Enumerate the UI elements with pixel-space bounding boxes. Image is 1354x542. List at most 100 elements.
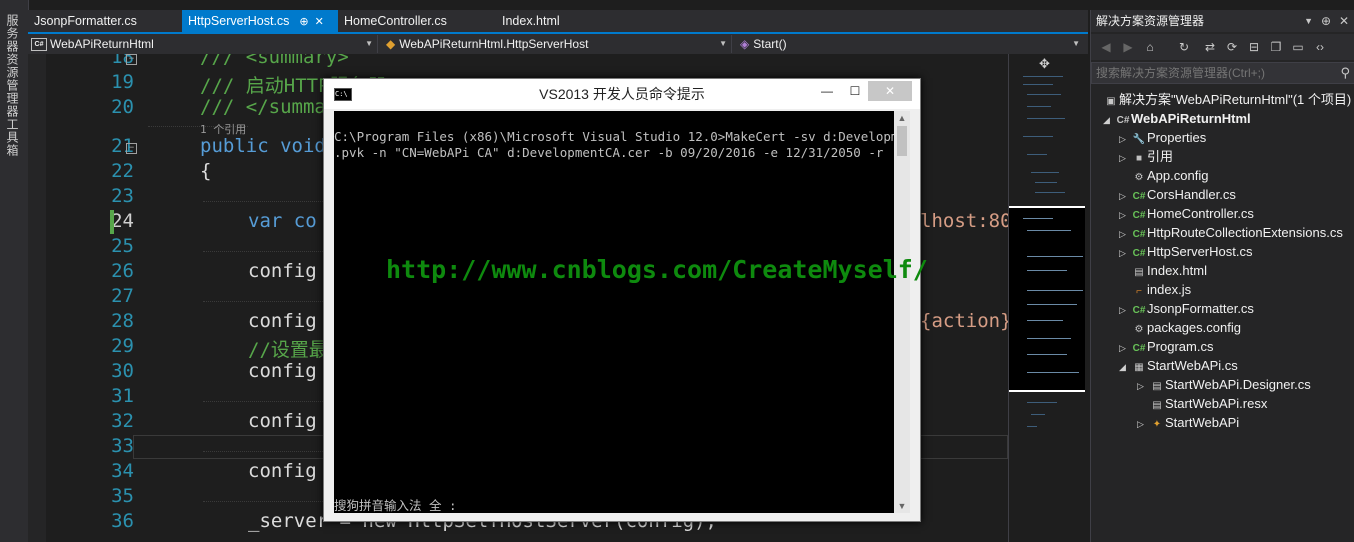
line-number: 21: [111, 135, 134, 157]
expanded-arrow-icon[interactable]: ◢: [1103, 111, 1115, 130]
collapsed-arrow-icon[interactable]: ▷: [1137, 415, 1149, 434]
forward-icon[interactable]: ▶: [1119, 38, 1137, 56]
line-number: 30: [111, 360, 134, 382]
console-title-bar[interactable]: C:\ VS2013 开发人员命令提示 — ☐ ✕: [324, 79, 920, 109]
tree-solution-node[interactable]: ▣ 解决方案"WebAPiReturnHtml"(1 个项目): [1103, 90, 1351, 109]
tree-item-jsonpformatter[interactable]: ▷ C# JsonpFormatter.cs: [1119, 299, 1254, 318]
tree-item-homecontroller[interactable]: ▷ C# HomeController.cs: [1119, 204, 1254, 223]
code-view-icon[interactable]: ‹›: [1311, 38, 1329, 56]
scroll-up-icon[interactable]: ▲: [894, 113, 910, 123]
line-number: 22: [111, 160, 134, 182]
show-all-files-icon[interactable]: ❐: [1267, 38, 1285, 56]
collapse-toggle[interactable]: −: [126, 143, 137, 154]
tree-item-packages-config[interactable]: ⚙ packages.config: [1119, 318, 1241, 337]
line-number: 24: [111, 210, 134, 232]
change-indicator: [110, 210, 114, 234]
minimize-button[interactable]: —: [812, 81, 842, 101]
console-line: C:\Program Files (x86)\Microsoft Visual …: [334, 129, 894, 144]
search-icon[interactable]: ⚲: [1340, 65, 1350, 81]
tab-httpserverhost[interactable]: HttpServerHost.cs ⊕ ✕: [182, 10, 338, 32]
minimap-line: [1027, 290, 1083, 291]
project-dropdown[interactable]: C# WebAPiReturnHtml ▼: [28, 35, 378, 53]
line-number: 34: [111, 460, 134, 482]
close-panel-icon[interactable]: ✕: [1339, 10, 1349, 32]
collapse-toggle[interactable]: −: [126, 54, 137, 65]
minimap-line: [1027, 426, 1037, 427]
code-line: config: [248, 310, 317, 332]
console-output[interactable]: C:\Program Files (x86)\Microsoft Visual …: [334, 111, 894, 513]
indent-guide: [203, 501, 323, 502]
member-dropdown[interactable]: ◈ Start() ▼: [734, 35, 1084, 53]
pin-icon[interactable]: ⊕: [299, 16, 308, 28]
tree-item-startwebapi-class[interactable]: ▷ ✦ StartWebAPi: [1137, 413, 1239, 432]
class-dropdown[interactable]: ◆ WebAPiReturnHtml.HttpServerHost ▼: [380, 35, 732, 53]
line-number: 32: [111, 410, 134, 432]
code-fragment: lhost:80: [920, 210, 1008, 232]
tree-item-program[interactable]: ▷ C# Program.cs: [1119, 337, 1213, 356]
minimap-line: [1023, 84, 1053, 85]
panel-title: 解决方案资源管理器: [1096, 14, 1205, 28]
minimap-line: [1027, 354, 1067, 355]
scroll-thumb[interactable]: [897, 126, 907, 156]
minimap-line: [1027, 320, 1063, 321]
tree-item-index-js[interactable]: ⌐ index.js: [1119, 280, 1191, 299]
code-line: config: [248, 360, 317, 382]
refresh-icon[interactable]: ⟳: [1223, 38, 1241, 56]
minimap-line: [1031, 414, 1045, 415]
tree-item-app-config[interactable]: ⚙ App.config: [1119, 166, 1209, 185]
indent-guide: [203, 201, 323, 202]
home-icon[interactable]: ⌂: [1141, 38, 1159, 56]
code-line: config: [248, 460, 317, 482]
expanded-arrow-icon[interactable]: ◢: [1119, 358, 1131, 377]
search-input[interactable]: [1096, 65, 1326, 81]
tree-item-index-html[interactable]: ▤ Index.html: [1119, 261, 1207, 280]
server-explorer-tab[interactable]: 服务器资源管理器: [4, 14, 21, 118]
back-icon[interactable]: ◀: [1097, 38, 1115, 56]
toolbox-tab[interactable]: 工具箱: [4, 118, 21, 157]
tree-item-startwebapi-resx[interactable]: ▤ StartWebAPi.resx: [1137, 394, 1267, 413]
minimap-line: [1027, 338, 1071, 339]
line-number: 36: [111, 510, 134, 532]
tree-item-references[interactable]: ▷ ■ 引用: [1119, 147, 1173, 166]
tree-item-startwebapi[interactable]: ◢ ▦ StartWebAPi.cs: [1119, 356, 1238, 375]
minimap-line: [1023, 76, 1063, 77]
close-tab-icon[interactable]: ✕: [315, 16, 324, 28]
sync-icon[interactable]: ⇄: [1201, 38, 1219, 56]
tab-jsonpformatter[interactable]: JsonpFormatter.cs: [28, 10, 143, 32]
line-number: 33: [111, 435, 134, 457]
indent-guide: [203, 251, 323, 252]
maximize-button[interactable]: ☐: [840, 81, 870, 101]
console-line: .pvk -n "CN=WebAPi CA" d:DevelopmentCA.c…: [334, 145, 884, 160]
code-line: public void: [200, 135, 326, 157]
tree-item-properties[interactable]: ▷ 🔧 Properties: [1119, 128, 1206, 147]
tree-item-startwebapi-designer[interactable]: ▷ ▤ StartWebAPi.Designer.cs: [1137, 375, 1311, 394]
line-number: 23: [111, 185, 134, 207]
command-prompt-window[interactable]: C:\ VS2013 开发人员命令提示 — ☐ ✕ C:\Program Fil…: [323, 78, 921, 522]
scroll-down-icon[interactable]: ▼: [894, 501, 910, 511]
minimap-line: [1027, 154, 1047, 155]
tree-item-httpserverhost[interactable]: ▷ C# HttpServerHost.cs: [1119, 242, 1252, 261]
properties-icon[interactable]: ▭: [1289, 38, 1307, 56]
minimap-viewport[interactable]: [1009, 206, 1085, 392]
close-button[interactable]: ✕: [868, 81, 912, 101]
pin-icon[interactable]: ⊕: [1321, 10, 1331, 32]
tree-item-httproutecollectionextensions[interactable]: ▷ C# HttpRouteCollectionExtensions.cs: [1119, 223, 1343, 242]
line-number: 19: [111, 71, 134, 93]
code-line: //设置最: [248, 339, 328, 361]
collapse-all-icon[interactable]: ⊟: [1245, 38, 1263, 56]
tree-item-corshandler[interactable]: ▷ C# CorsHandler.cs: [1119, 185, 1236, 204]
method-icon: ◈: [740, 37, 750, 51]
console-scrollbar[interactable]: ▲ ▼: [894, 111, 910, 513]
tab-homecontroller[interactable]: HomeController.cs: [338, 10, 453, 32]
scrollbar-minimap[interactable]: ✥: [1008, 54, 1085, 542]
split-handle-icon[interactable]: ✥: [1039, 56, 1050, 72]
tree-project-node[interactable]: ◢ C# WebAPiReturnHtml: [1103, 109, 1251, 128]
code-line: /// <summary>: [200, 54, 349, 68]
left-tool-strip: 服务器资源管理器 工具箱: [0, 0, 29, 542]
panel-menu-icon[interactable]: ▼: [1304, 10, 1313, 32]
class-icon: ◆: [386, 37, 396, 51]
solution-explorer-search: ⚲: [1091, 62, 1354, 84]
tab-index-html[interactable]: Index.html: [496, 10, 566, 32]
chevron-down-icon: ▼: [1072, 39, 1080, 48]
pending-changes-icon[interactable]: ↻: [1175, 38, 1193, 56]
